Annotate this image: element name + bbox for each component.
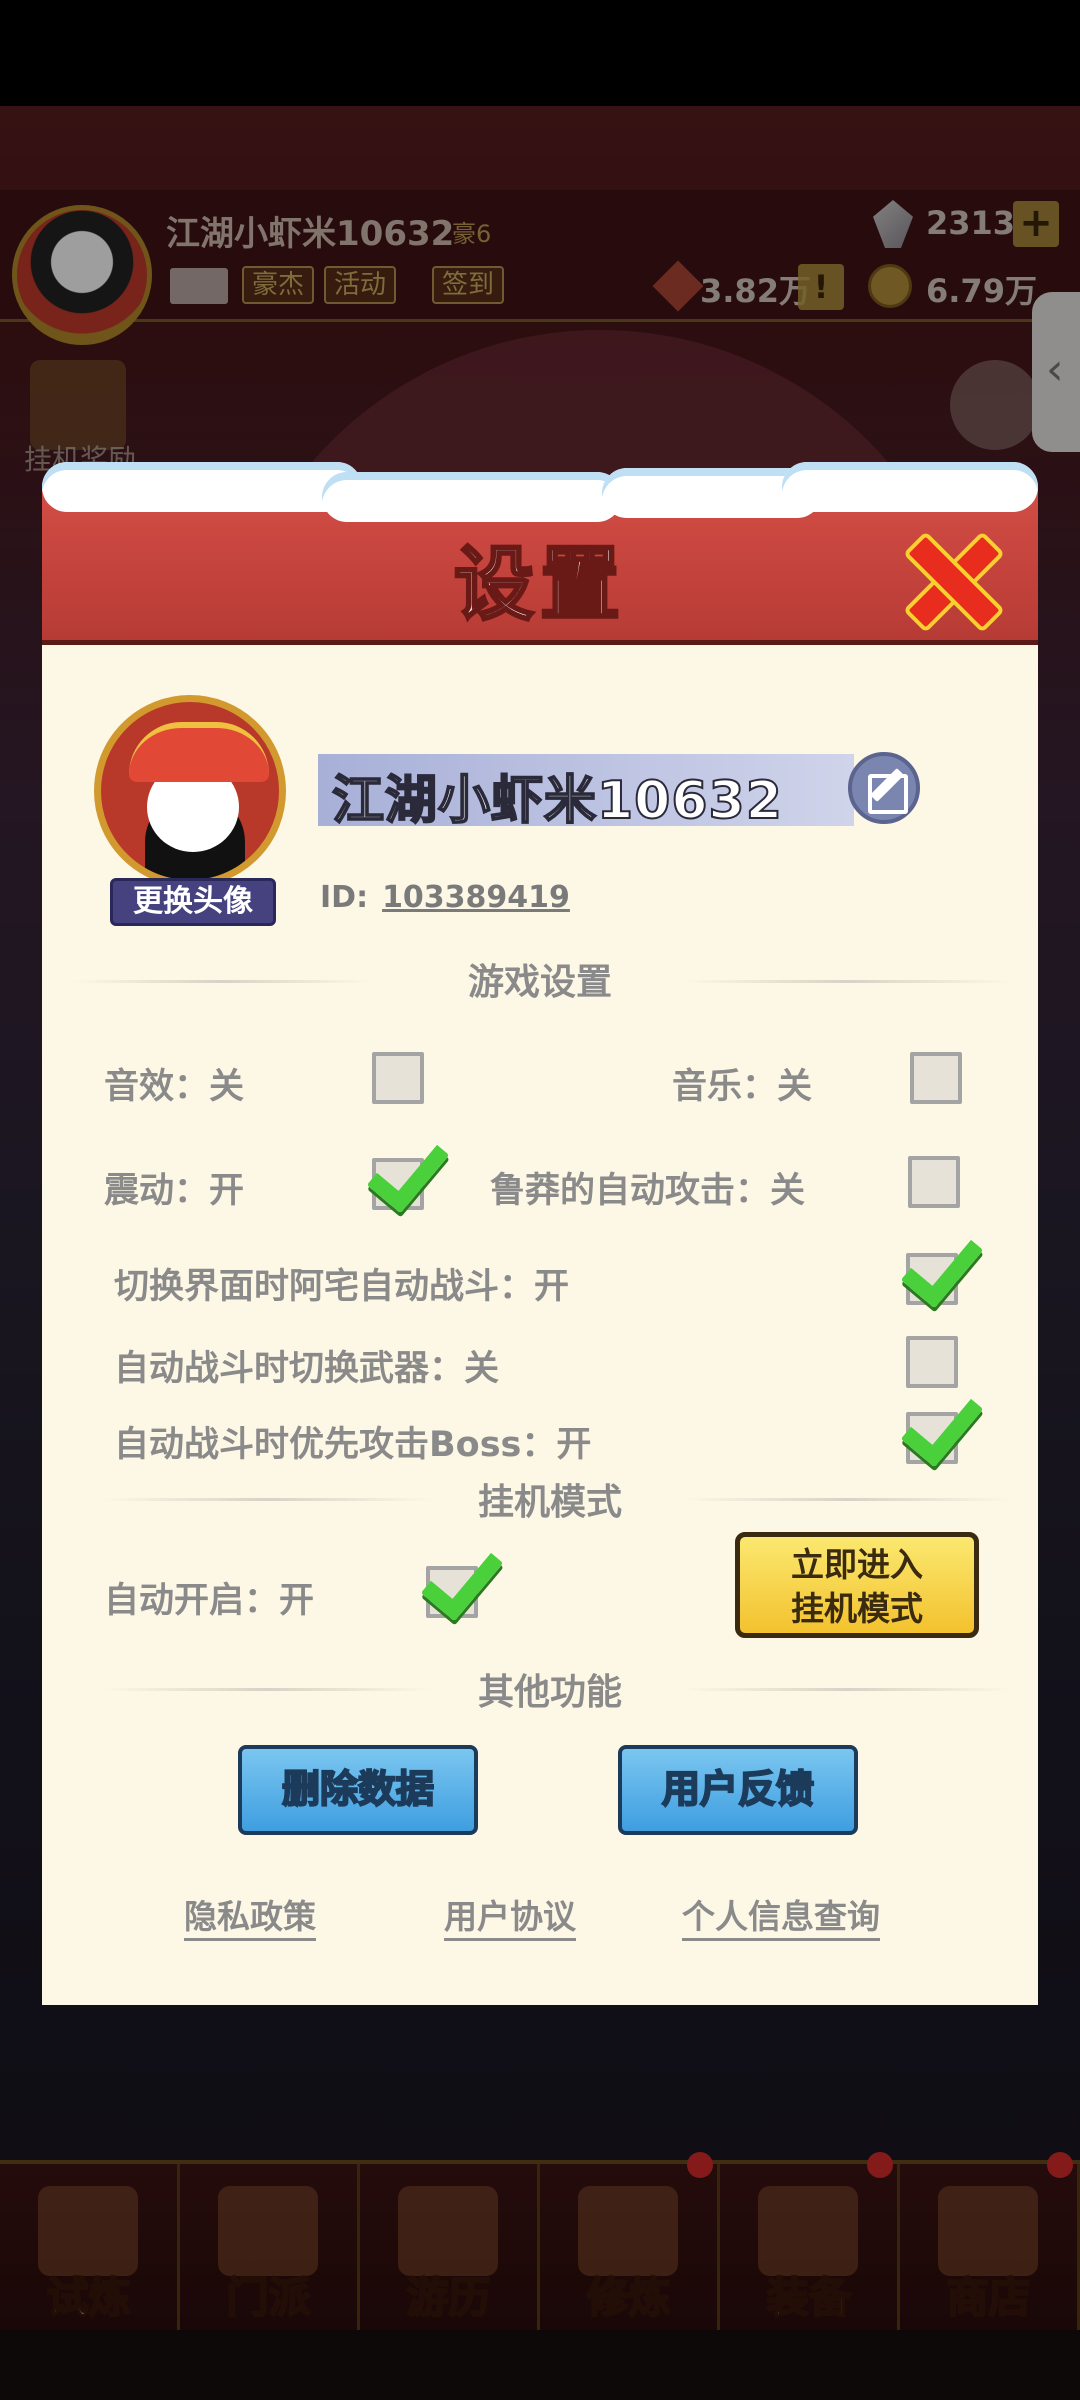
auto-idle-checkbox[interactable]: [420, 1534, 504, 1622]
reckless-auto-attack-checkbox[interactable]: [908, 1156, 960, 1208]
edit-name-icon[interactable]: [848, 752, 920, 824]
auto-idle-label: 自动开启：开: [104, 1581, 315, 1621]
auto-battle-on-switch-checkbox[interactable]: [900, 1221, 984, 1309]
sound-effects-label: 音效：关: [104, 1067, 245, 1107]
snow-decoration: [782, 462, 1038, 512]
dialog-header: 设置: [42, 462, 1038, 645]
snow-decoration: [42, 462, 362, 512]
profile-avatar: [94, 695, 286, 887]
player-name-field[interactable]: 江湖小虾米10632: [318, 754, 854, 832]
other-functions-title: 其他功能: [477, 1672, 622, 1713]
sound-effects-checkbox[interactable]: [372, 1052, 424, 1104]
enter-idle-mode-button[interactable]: 立即进入 挂机模式: [735, 1532, 979, 1638]
game-settings-title: 游戏设置: [467, 962, 612, 1003]
personal-info-query-link[interactable]: 个人信息查询: [682, 1890, 880, 1938]
reckless-auto-attack-label: 鲁莽的自动攻击：关: [490, 1171, 806, 1211]
id-value[interactable]: 103389419: [382, 880, 570, 915]
lion-hat-icon: [129, 722, 269, 782]
change-avatar-button[interactable]: 更换头像: [110, 878, 276, 926]
prioritize-boss-checkbox[interactable]: [900, 1380, 984, 1468]
close-icon[interactable]: [904, 532, 994, 622]
check-icon: [900, 1380, 984, 1468]
vibration-checkbox[interactable]: [366, 1126, 450, 1214]
snow-decoration: [322, 472, 622, 522]
id-label: ID:: [320, 880, 369, 915]
auto-switch-weapon-label: 自动战斗时切换武器：关: [114, 1349, 500, 1389]
player-name-text: 江湖小虾米10632: [331, 770, 783, 832]
enter-idle-line1: 立即进入: [791, 1545, 923, 1584]
dialog-title: 设置: [453, 537, 626, 633]
music-checkbox[interactable]: [910, 1052, 962, 1104]
player-id-row: ID: 103389419: [320, 880, 570, 915]
auto-switch-weapon-checkbox[interactable]: [906, 1336, 958, 1388]
user-agreement-link[interactable]: 用户协议: [444, 1890, 576, 1938]
settings-dialog: 设置 更换头像 江湖小虾米10632 ID: 103389419 游戏设置 音效：…: [42, 462, 1038, 2005]
auto-battle-on-switch-label: 切换界面时阿宅自动战斗：开: [114, 1267, 570, 1307]
vibration-label: 震动：开: [104, 1171, 245, 1211]
prioritize-boss-label: 自动战斗时优先攻击Boss：开: [114, 1425, 592, 1465]
privacy-policy-link[interactable]: 隐私政策: [184, 1890, 316, 1938]
enter-idle-line2: 挂机模式: [791, 1589, 923, 1628]
user-feedback-button[interactable]: 用户反馈: [618, 1745, 858, 1835]
music-label: 音乐：关: [672, 1067, 813, 1107]
delete-data-button[interactable]: 删除数据: [238, 1745, 478, 1835]
check-icon: [900, 1221, 984, 1309]
check-icon: [366, 1126, 450, 1214]
check-icon: [420, 1534, 504, 1622]
idle-mode-title: 挂机模式: [477, 1482, 622, 1523]
